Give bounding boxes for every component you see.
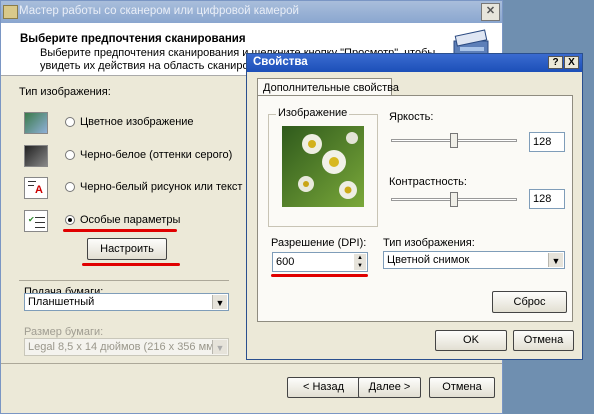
grayscale-photo-icon (24, 145, 48, 167)
preview-image (282, 126, 364, 207)
picture-type-select[interactable]: Цветной снимок ▼ (383, 251, 565, 269)
paper-size-value: Legal 8,5 x 14 дюймов (216 x 356 мм) (28, 341, 218, 353)
back-button[interactable]: < Назад (287, 377, 360, 398)
reset-button[interactable]: Сброс (492, 291, 567, 313)
ok-button[interactable]: OK (435, 330, 507, 351)
next-button[interactable]: Далее > (358, 377, 421, 398)
image-group-label: Изображение (276, 107, 350, 119)
contrast-value[interactable]: 128 (529, 189, 565, 209)
radio-color[interactable] (65, 117, 75, 127)
help-button[interactable]: ? (548, 56, 563, 69)
annotation-underline-customize (82, 263, 180, 266)
advanced-properties-panel: Изображение Яркость: 128 Контрастность: … (257, 95, 573, 322)
image-type-label: Тип изображения: (19, 86, 111, 98)
option-grayscale-label: Черно-белое (оттенки серого) (80, 149, 233, 161)
wizard-title: Мастер работы со сканером или цифровой к… (19, 5, 299, 17)
divider (19, 280, 229, 281)
paper-size-select[interactable]: Legal 8,5 x 14 дюймов (216 x 356 мм) ▼ (24, 338, 229, 356)
resolution-value[interactable]: 600 (276, 256, 294, 268)
properties-dialog: Свойства ? X Дополнительные свойства Изо… (246, 53, 583, 360)
spin-down-icon[interactable]: ▼ (354, 262, 366, 270)
paper-source-value: Планшетный (28, 296, 95, 308)
brightness-thumb[interactable] (450, 133, 458, 148)
contrast-slider[interactable] (391, 192, 517, 212)
contrast-thumb[interactable] (450, 192, 458, 207)
radio-bw-text[interactable] (65, 182, 75, 192)
brightness-value[interactable]: 128 (529, 132, 565, 152)
chevron-down-icon[interactable]: ▼ (548, 253, 563, 267)
properties-title-bar[interactable]: Свойства ? X (247, 54, 582, 72)
brightness-label: Яркость: (389, 111, 434, 123)
properties-cancel-button[interactable]: Отмена (513, 330, 574, 351)
customize-button[interactable]: Настроить (87, 238, 167, 260)
wizard-app-icon (3, 5, 18, 19)
footer-divider (1, 363, 502, 364)
wizard-title-bar[interactable]: Мастер работы со сканером или цифровой к… (1, 1, 502, 23)
resolution-label: Разрешение (DPI): (271, 237, 367, 249)
custom-settings-icon: ✔ (24, 210, 48, 232)
paper-source-select[interactable]: Планшетный ▼ (24, 293, 229, 311)
contrast-label: Контрастность: (389, 176, 467, 188)
tab-advanced-properties[interactable]: Дополнительные свойства (257, 78, 399, 96)
chevron-down-icon[interactable]: ▼ (212, 340, 227, 354)
tab-label: Дополнительные свойства (263, 82, 399, 94)
color-photo-icon (24, 112, 48, 134)
wizard-close-button[interactable]: ✕ (481, 3, 500, 21)
spin-up-icon[interactable]: ▲ (354, 254, 366, 262)
radio-grayscale[interactable] (65, 150, 75, 160)
picture-type-value: Цветной снимок (387, 254, 470, 266)
resolution-spinbox[interactable]: 600 ▲ ▼ (272, 252, 368, 272)
wizard-header-title: Выберите предпочтения сканирования (20, 33, 246, 45)
chevron-down-icon[interactable]: ▼ (212, 295, 227, 309)
wizard-cancel-button[interactable]: Отмена (429, 377, 495, 398)
scan-options-panel: Тип изображения: Цветное изображение Чер… (1, 76, 246, 361)
properties-title: Свойства (253, 56, 308, 68)
option-custom-label: Особые параметры (80, 214, 181, 226)
paper-size-label: Размер бумаги: (24, 326, 104, 338)
radio-custom[interactable] (65, 215, 75, 225)
properties-close-button[interactable]: X (564, 56, 579, 69)
option-bw-text-label: Черно-белый рисунок или текст (80, 181, 243, 193)
annotation-underline-resolution (271, 274, 368, 277)
picture-type-label: Тип изображения: (383, 237, 475, 249)
bw-text-icon: A (24, 177, 48, 199)
option-color-label: Цветное изображение (80, 116, 194, 128)
brightness-slider[interactable] (391, 133, 517, 153)
annotation-underline-custom (63, 229, 177, 232)
